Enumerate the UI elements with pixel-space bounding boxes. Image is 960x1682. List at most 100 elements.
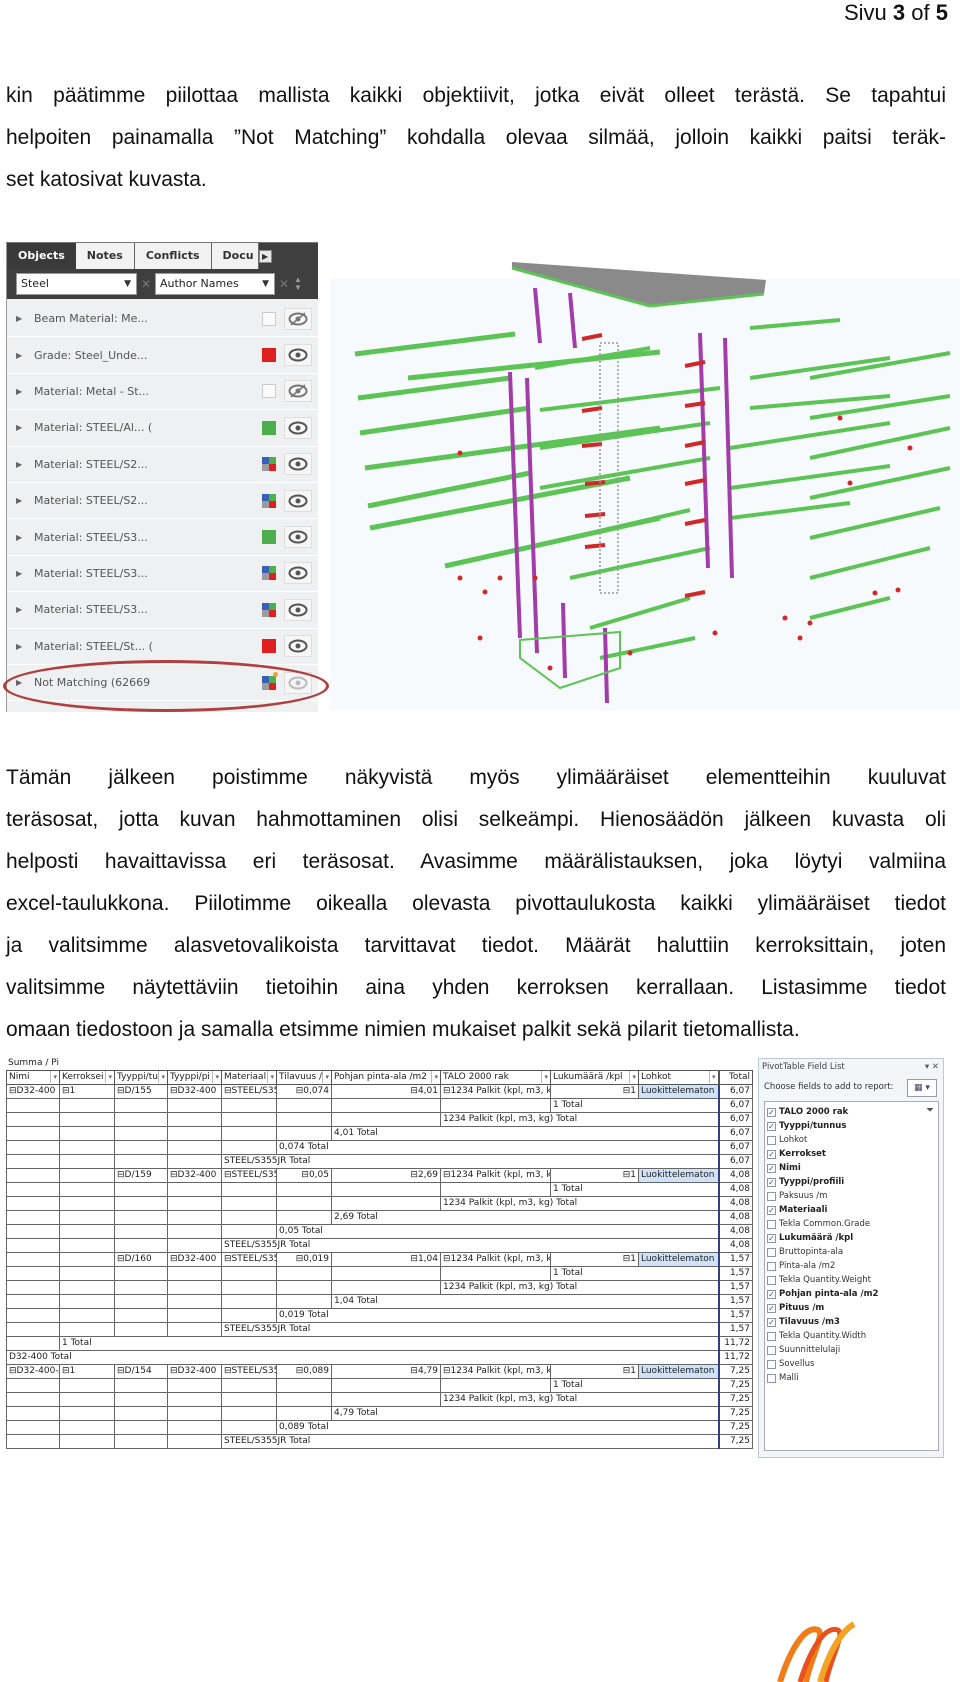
pivot-cell[interactable] <box>114 1420 168 1435</box>
pivot-column-header[interactable]: ▾ Nimi <box>6 1070 60 1085</box>
pivot-cell[interactable]: STEEL/S355JR Total <box>221 1238 719 1253</box>
field-item[interactable]: ✓ TALO 2000 rak <box>767 1105 936 1119</box>
pivot-cell[interactable] <box>59 1210 115 1225</box>
pivot-cell[interactable]: 1234 Palkit (kpl, m3, kg) Total <box>440 1196 719 1211</box>
pivot-column-header[interactable]: ▾ Kerroksei <box>59 1070 115 1085</box>
pivot-total-cell[interactable]: 1,57 <box>717 1308 753 1323</box>
pivot-cell[interactable] <box>221 1126 277 1141</box>
pivot-cell[interactable]: 0,074 Total <box>276 1140 719 1155</box>
pivot-cell[interactable]: 0,05 Total <box>276 1224 719 1239</box>
object-list-item[interactable]: ▶ Material: STEEL/S3... <box>7 519 318 556</box>
pivot-cell[interactable] <box>167 1392 222 1407</box>
eye-icon[interactable] <box>284 598 312 621</box>
pivot-cell[interactable] <box>6 1434 60 1449</box>
pivot-cell[interactable] <box>276 1266 332 1281</box>
pivot-cell[interactable]: ⊟1234 Palkit (kpl, m3, kg <box>440 1364 551 1379</box>
pivot-cell[interactable] <box>167 1140 222 1155</box>
pivot-cell[interactable] <box>221 1308 277 1323</box>
sort-icon[interactable]: ▲ ▼ <box>293 276 303 292</box>
eye-icon[interactable] <box>284 526 312 549</box>
property-select[interactable]: Author Names ▼ <box>155 273 275 295</box>
pivot-cell[interactable] <box>167 1420 222 1435</box>
pivot-column-header[interactable]: ▾ Tilavuus / <box>276 1070 332 1085</box>
color-swatch[interactable] <box>262 566 276 581</box>
pivot-total-cell[interactable]: 7,25 <box>717 1392 753 1407</box>
pivot-cell[interactable]: ⊟1,04 <box>331 1252 441 1267</box>
field-item[interactable]: Sovellus <box>767 1357 936 1371</box>
pivot-cell[interactable] <box>167 1238 222 1253</box>
pivot-cell[interactable] <box>6 1252 60 1267</box>
field-item[interactable]: ✓ Kerrokset <box>767 1147 936 1161</box>
pivot-total-cell[interactable]: 11,72 <box>717 1336 753 1351</box>
color-swatch[interactable] <box>262 311 276 326</box>
pivot-total-cell[interactable]: 6,07 <box>717 1084 753 1099</box>
expand-arrow-icon[interactable]: ▶ <box>16 496 34 505</box>
pivot-total-cell[interactable]: 7,25 <box>717 1406 753 1421</box>
pivot-cell[interactable] <box>440 1378 551 1393</box>
pivot-cell[interactable] <box>331 1378 441 1393</box>
field-checkbox[interactable]: ✓ <box>767 1303 776 1313</box>
pivot-cell[interactable] <box>167 1266 222 1281</box>
expand-arrow-icon[interactable]: ▶ <box>16 605 34 614</box>
color-swatch[interactable] <box>262 384 276 399</box>
pivot-cell[interactable]: ⊟1 <box>550 1168 639 1183</box>
field-item[interactable]: Bruttopinta-ala <box>767 1245 936 1259</box>
pivot-total-cell[interactable]: 7,25 <box>717 1434 753 1449</box>
tab-documents[interactable]: Docu <box>211 243 259 269</box>
pivot-cell[interactable] <box>59 1266 115 1281</box>
field-checkbox[interactable]: ✓ <box>767 1233 776 1243</box>
pivot-cell[interactable] <box>276 1378 332 1393</box>
pivot-column-header[interactable]: ▾ Tyyppi/pi <box>167 1070 222 1085</box>
pivot-cell[interactable] <box>114 1196 168 1211</box>
field-checkbox[interactable]: ✓ <box>767 1121 776 1131</box>
field-checkbox[interactable] <box>767 1219 776 1229</box>
object-list-item[interactable]: ▶ Grade: Steel_Unde... <box>7 337 318 374</box>
close-icon[interactable]: ▾ ✕ <box>925 1059 943 1075</box>
pivot-column-header[interactable]: Total <box>717 1070 753 1085</box>
pivot-cell[interactable]: ⊟1 <box>550 1364 639 1379</box>
pivot-cell[interactable]: ⊟0,089 <box>276 1364 332 1379</box>
filter-dropdown-icon[interactable]: ▾ <box>541 1071 548 1083</box>
field-item[interactable]: ✓ Materiaali <box>767 1203 936 1217</box>
pivot-cell[interactable]: Luokittelematon <box>638 1084 719 1099</box>
field-checkbox[interactable]: ✓ <box>767 1163 776 1173</box>
pivot-column-header[interactable]: ▾ Lukumäärä /kpl <box>550 1070 639 1085</box>
color-swatch[interactable] <box>262 457 276 472</box>
pivot-cell[interactable] <box>167 1224 222 1239</box>
pivot-column-header[interactable]: ▾ TALO 2000 rak <box>440 1070 551 1085</box>
color-swatch[interactable] <box>262 639 276 654</box>
color-swatch[interactable] <box>262 493 276 508</box>
pivot-cell[interactable]: ⊟1234 Palkit (kpl, m3, kg <box>440 1084 551 1099</box>
field-checkbox[interactable]: ✓ <box>767 1107 776 1117</box>
pivot-column-header[interactable]: ▾ Pohjan pinta-ala /m2 <box>331 1070 441 1085</box>
object-list-item[interactable]: ▶ Not Matching (62669 <box>7 665 318 702</box>
field-checkbox[interactable] <box>767 1359 776 1369</box>
pivot-cell[interactable]: 1 Total <box>550 1266 719 1281</box>
pivot-cell[interactable] <box>6 1406 60 1421</box>
pivot-cell[interactable]: ⊟STEEL/S35 <box>221 1168 277 1183</box>
pivot-cell[interactable]: 1 Total <box>550 1378 719 1393</box>
pivot-cell[interactable] <box>6 1126 60 1141</box>
color-swatch[interactable] <box>262 602 276 617</box>
pivot-cell[interactable] <box>167 1154 222 1169</box>
pivot-total-cell[interactable]: 4,08 <box>717 1196 753 1211</box>
pivot-cell[interactable] <box>276 1196 332 1211</box>
pivot-cell[interactable]: ⊟D32-400 <box>167 1252 222 1267</box>
pivot-cell[interactable]: ⊟STEEL/S35 <box>221 1364 277 1379</box>
pivot-cell[interactable]: ⊟D32-400 <box>6 1084 60 1099</box>
pivot-cell[interactable] <box>114 1434 168 1449</box>
pivot-cell[interactable]: ⊟1 <box>59 1084 115 1099</box>
pivot-cell[interactable]: ⊟D/160 <box>114 1252 168 1267</box>
pivot-cell[interactable] <box>59 1224 115 1239</box>
pivot-cell[interactable] <box>6 1266 60 1281</box>
pivot-cell[interactable] <box>221 1182 277 1197</box>
pivot-cell[interactable] <box>276 1406 332 1421</box>
pivot-cell[interactable] <box>221 1294 277 1309</box>
pivot-cell[interactable]: ⊟STEEL/S35 <box>221 1084 277 1099</box>
pivot-cell[interactable] <box>331 1392 441 1407</box>
field-checkbox[interactable]: ✓ <box>767 1317 776 1327</box>
pivot-cell[interactable] <box>221 1280 277 1295</box>
field-item[interactable]: Tekla Quantity.Width <box>767 1329 936 1343</box>
pivot-cell[interactable] <box>167 1126 222 1141</box>
pivot-cell[interactable]: ⊟0,05 <box>276 1168 332 1183</box>
